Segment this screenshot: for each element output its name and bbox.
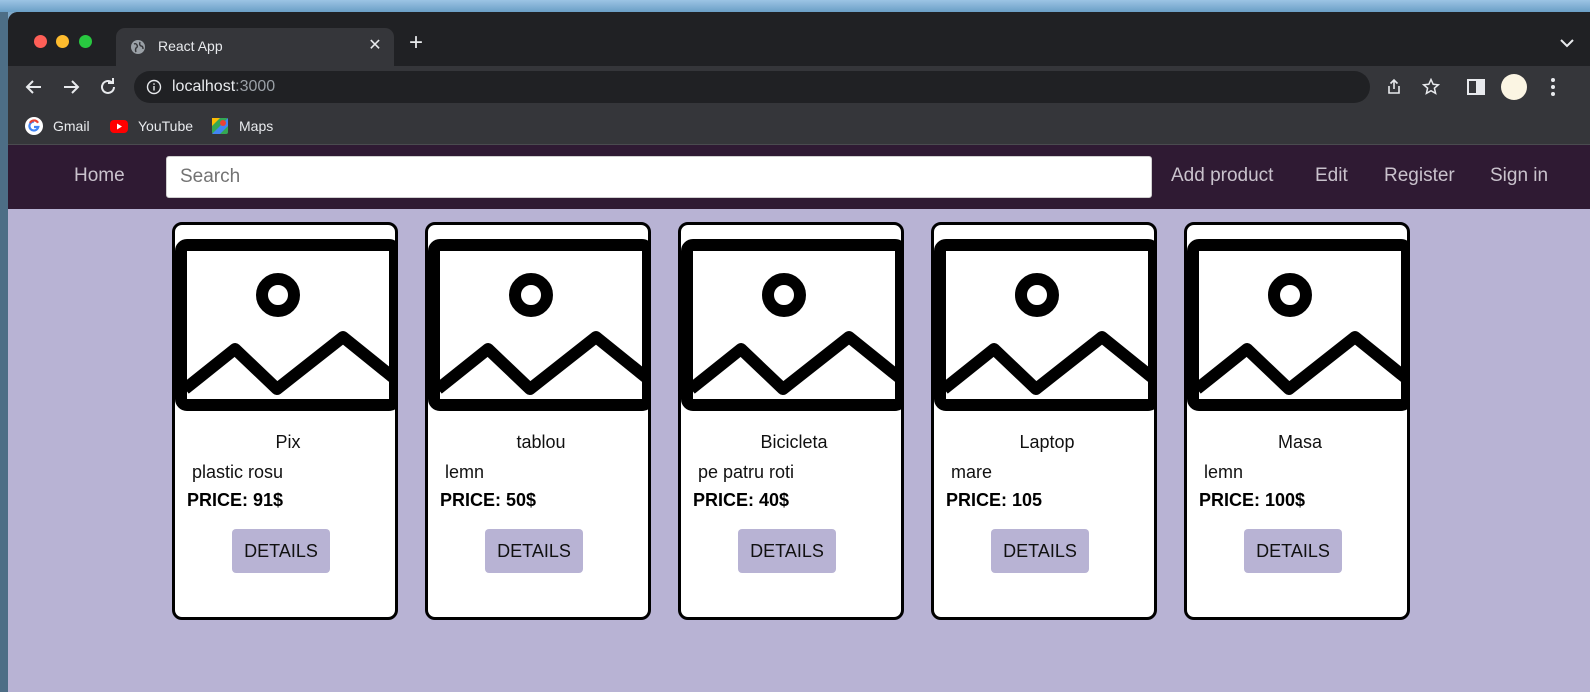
nav-register-link[interactable]: Register xyxy=(1384,165,1455,187)
details-button[interactable]: DETAILS xyxy=(232,529,330,573)
product-name: Bicicleta xyxy=(760,432,828,452)
url-text: localhost:3000 xyxy=(172,78,275,96)
product-card: tablou lemn PRICE: 50$ DETAILS xyxy=(425,222,651,620)
maximize-window-button[interactable] xyxy=(79,35,92,48)
reload-icon[interactable] xyxy=(96,75,120,99)
product-card: Bicicleta pe patru roti PRICE: 40$ DETAI… xyxy=(678,222,904,620)
image-placeholder-icon xyxy=(175,239,395,411)
arrow-left-icon[interactable] xyxy=(22,75,46,99)
google-icon xyxy=(25,117,43,135)
product-card: Laptop mare PRICE: 105 DETAILS xyxy=(931,222,1157,620)
bookmark-gmail[interactable]: Gmail xyxy=(24,116,90,136)
star-icon[interactable] xyxy=(1422,78,1440,96)
browser-toolbar: localhost:3000 xyxy=(8,66,1590,108)
bookmark-youtube[interactable]: YouTube xyxy=(109,116,193,136)
new-tab-button[interactable]: + xyxy=(404,31,428,56)
image-placeholder-icon xyxy=(428,239,648,411)
tab-close-icon[interactable]: ✕ xyxy=(364,35,386,57)
product-description: lemn xyxy=(445,462,485,482)
web-page: Home Add product Edit Register Sign in P… xyxy=(8,145,1590,692)
details-button[interactable]: DETAILS xyxy=(991,529,1089,573)
details-button[interactable]: DETAILS xyxy=(738,529,836,573)
address-bar[interactable]: localhost:3000 xyxy=(134,71,1440,103)
nav-edit-link[interactable]: Edit xyxy=(1315,165,1348,187)
chevron-down-icon[interactable] xyxy=(1558,34,1576,52)
side-panel-icon[interactable] xyxy=(1464,75,1488,99)
product-name: Masa xyxy=(1277,432,1322,452)
image-placeholder-icon xyxy=(1187,239,1407,411)
product-price: PRICE: 50$ xyxy=(440,490,537,510)
nav-sign-in-link[interactable]: Sign in xyxy=(1490,165,1548,187)
product-description: lemn xyxy=(1204,462,1244,482)
product-name: Laptop xyxy=(1019,432,1075,452)
browser-window: React App ✕ + localhost:3000 Gmail YouTu… xyxy=(8,12,1590,692)
url-port: :3000 xyxy=(235,78,276,95)
bookmark-gmail-label: Gmail xyxy=(53,118,90,134)
product-description: mare xyxy=(951,462,993,482)
image-placeholder-icon xyxy=(681,239,901,411)
more-menu-icon[interactable] xyxy=(1541,75,1565,99)
nav-home-link[interactable]: Home xyxy=(74,165,125,187)
bookmarks-bar: Gmail YouTube Maps xyxy=(8,108,1590,145)
bookmark-youtube-label: YouTube xyxy=(138,118,194,134)
tab-strip: React App ✕ + xyxy=(8,12,1590,66)
profile-avatar[interactable] xyxy=(1501,74,1527,100)
product-description: pe patru roti xyxy=(698,462,795,482)
close-window-button[interactable] xyxy=(34,35,47,48)
url-host: localhost xyxy=(172,78,236,95)
tab-react-app[interactable]: React App ✕ xyxy=(116,28,394,66)
bookmark-maps[interactable]: Maps xyxy=(210,116,273,136)
product-price: PRICE: 100$ xyxy=(1199,490,1306,510)
nav-add-product-link[interactable]: Add product xyxy=(1171,165,1273,187)
details-button[interactable]: DETAILS xyxy=(485,529,583,573)
details-button[interactable]: DETAILS xyxy=(1244,529,1342,573)
product-price: PRICE: 105 xyxy=(946,490,1043,510)
product-price: PRICE: 91$ xyxy=(187,490,284,510)
search-input[interactable] xyxy=(166,156,1152,198)
desktop-edge xyxy=(0,12,8,692)
maps-icon xyxy=(212,118,228,134)
minimize-window-button[interactable] xyxy=(56,35,69,48)
product-price: PRICE: 40$ xyxy=(693,490,790,510)
product-name: Pix xyxy=(275,432,301,452)
share-icon[interactable] xyxy=(1385,78,1403,96)
navbar: Home Add product Edit Register Sign in xyxy=(8,145,1590,209)
bookmark-maps-label: Maps xyxy=(239,118,274,134)
youtube-icon xyxy=(110,120,128,133)
tab-title: React App xyxy=(158,38,223,54)
desktop-background xyxy=(0,0,1590,12)
image-placeholder-icon xyxy=(934,239,1154,411)
globe-icon xyxy=(131,40,145,54)
info-icon[interactable] xyxy=(146,79,162,95)
product-card: Pix plastic rosu PRICE: 91$ DETAILS xyxy=(172,222,398,620)
product-card: Masa lemn PRICE: 100$ DETAILS xyxy=(1184,222,1410,620)
product-name: tablou xyxy=(516,432,566,452)
product-description: plastic rosu xyxy=(192,462,284,482)
arrow-right-icon[interactable] xyxy=(59,75,83,99)
